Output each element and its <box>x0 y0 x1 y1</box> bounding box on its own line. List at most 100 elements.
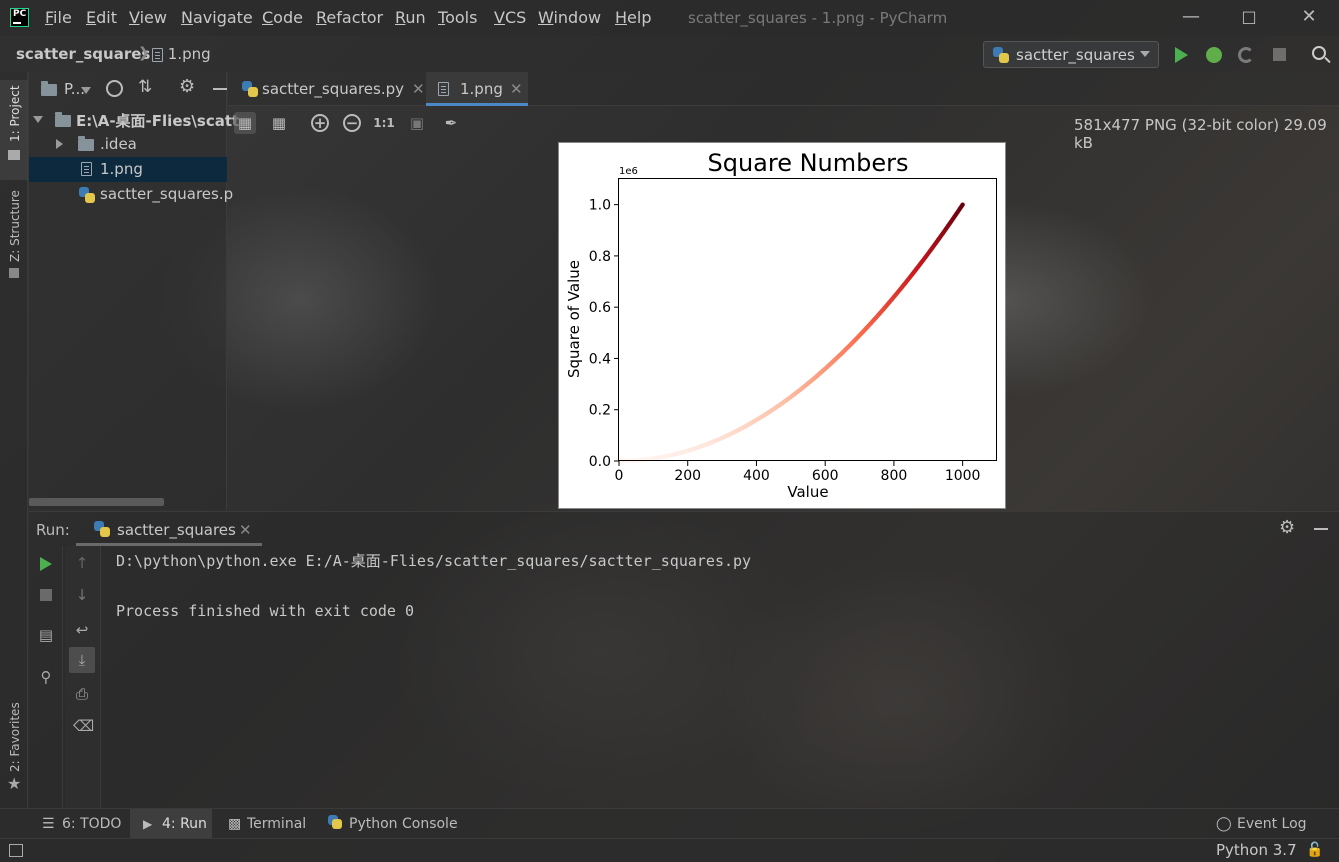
actual-size-button[interactable]: 1:1 <box>373 112 395 134</box>
image-info: 581x477 PNG (32-bit color) 29.09 kB <box>1074 116 1327 152</box>
rerun-icon[interactable] <box>40 557 52 571</box>
tool-event-log[interactable]: Event Log <box>1237 816 1307 832</box>
folder-icon <box>55 112 71 127</box>
close-tab-icon[interactable]: ✕ <box>412 80 425 98</box>
close-tab-icon[interactable]: ✕ <box>239 521 252 539</box>
grid-icon[interactable]: ▦ <box>268 112 290 134</box>
project-panel: P... ⇅ ⚙ E:\A-桌面-Flies\scatt .idea 1.png… <box>29 72 239 510</box>
locate-target-icon[interactable] <box>106 80 123 97</box>
zoom-in-icon[interactable]: + <box>311 114 329 132</box>
down-arrow-icon[interactable]: ↓ <box>73 586 91 604</box>
menu-bar: PC File Edit View Navigate Code Refactor… <box>0 0 1339 36</box>
tool-terminal[interactable]: Terminal <box>247 816 306 832</box>
minimize-icon[interactable]: — <box>1180 6 1202 28</box>
star-icon: ★ <box>7 774 22 793</box>
x-tick-label: 200 <box>674 468 701 484</box>
chessboard-background-icon[interactable]: ▦ <box>234 112 256 134</box>
breadcrumb-file-label: 1.png <box>167 45 211 63</box>
stop-icon[interactable] <box>40 589 52 601</box>
debug-icon[interactable] <box>1206 47 1222 63</box>
tree-item-root[interactable]: E:\A-桌面-Flies\scatt <box>29 107 239 132</box>
close-icon[interactable]: ✕ <box>1298 6 1320 28</box>
hide-panel-icon[interactable] <box>1314 528 1328 530</box>
expand-arrow-icon[interactable] <box>33 116 43 123</box>
tree-item-png[interactable]: 1.png <box>29 157 227 182</box>
tree-item-py[interactable]: sactter_squares.p <box>29 182 233 207</box>
trash-icon[interactable]: ⌫ <box>73 717 94 735</box>
collapse-all-icon[interactable]: ⇅ <box>138 77 152 97</box>
run-configuration-select[interactable]: sactter_squares <box>983 41 1159 68</box>
print-icon[interactable]: ⎙ <box>73 685 91 703</box>
zoom-out-icon[interactable]: − <box>343 114 361 132</box>
menu-navigate[interactable]: Navigate <box>181 8 253 27</box>
python-file-icon <box>79 187 95 203</box>
window-title: scatter_squares - 1.png - PyCharm <box>688 9 948 27</box>
tool-run[interactable]: 4: Run <box>162 816 207 832</box>
project-folder-icon <box>8 150 20 160</box>
run-panel: Run: sactter_squares ✕ ⚙ ▤ ⚲ ↑ ↓ ↩ ⤓ ⎙ ⌫… <box>29 511 1339 809</box>
horizontal-scrollbar[interactable] <box>29 498 164 506</box>
tool-tab-project[interactable]: 1: Project <box>8 85 22 142</box>
breadcrumb-project[interactable]: scatter_squares <box>16 45 150 63</box>
tree-item-label: .idea <box>100 135 137 153</box>
menu-tools[interactable]: Tools <box>438 8 477 27</box>
scatter-points <box>617 202 965 464</box>
image-viewer-toolbar: ▦ ▦ + − 1:1 ▣ ✒ <box>228 106 468 142</box>
menu-file[interactable]: File <box>45 8 72 27</box>
maximize-icon[interactable]: □ <box>1238 6 1260 28</box>
console-line: D:\python\python.exe E:/A-桌面-Flies/scatt… <box>116 552 752 570</box>
scatter-chart: Square Numbers 1e6 0 200 400 600 800 1000 0.0… <box>565 149 997 501</box>
python-interpreter[interactable]: Python 3.7 <box>1216 841 1297 859</box>
menu-code[interactable]: Code <box>262 8 303 27</box>
run-tab-label: sactter_squares <box>117 521 236 539</box>
hide-panel-icon[interactable] <box>213 88 227 90</box>
tool-tab-structure[interactable]: Z: Structure <box>8 190 22 262</box>
tab-sactter-squares-py[interactable]: sactter_squares.py ✕ <box>234 72 426 106</box>
scroll-to-end-icon[interactable]: ⤓ <box>69 647 95 673</box>
menu-vcs[interactable]: VCS <box>494 8 526 27</box>
pin-icon[interactable]: ⚲ <box>37 668 55 686</box>
menu-help[interactable]: Help <box>615 8 651 27</box>
expand-arrow-icon[interactable] <box>56 139 63 149</box>
color-picker-icon[interactable]: ✒ <box>440 112 462 134</box>
y-tick-label: 0.2 <box>589 403 611 419</box>
tree-item-label: E:\A-桌面-Flies\scatt <box>76 112 240 130</box>
tree-item-idea[interactable]: .idea <box>29 132 227 157</box>
tool-tab-favorites[interactable]: 2: Favorites <box>8 702 22 772</box>
run-toolbar-right: ↑ ↓ ↩ ⤓ ⎙ ⌫ <box>65 546 101 809</box>
layout-icon[interactable]: ▤ <box>37 626 55 644</box>
tool-todo[interactable]: 6: TODO <box>62 816 121 832</box>
menu-window[interactable]: Window <box>538 8 601 27</box>
search-icon[interactable] <box>1312 46 1326 60</box>
breadcrumb-file[interactable]: 1.png <box>152 45 211 63</box>
menu-run[interactable]: Run <box>395 8 426 27</box>
run-icon[interactable] <box>1175 47 1188 63</box>
tab-label: 1.png <box>460 80 503 98</box>
x-tick-label: 1000 <box>945 468 981 484</box>
fit-zoom-icon[interactable]: ▣ <box>406 112 428 134</box>
close-tab-icon[interactable]: ✕ <box>510 80 523 98</box>
menu-edit[interactable]: Edit <box>86 8 117 27</box>
chevron-down-icon <box>1140 51 1150 57</box>
gear-icon[interactable]: ⚙ <box>1279 517 1295 538</box>
gear-icon[interactable]: ⚙ <box>179 76 195 97</box>
image-file-icon <box>438 82 449 96</box>
tab-1-png[interactable]: 1.png ✕ <box>426 72 528 106</box>
coverage-icon[interactable] <box>1238 47 1254 63</box>
console-line: Process finished with exit code 0 <box>116 602 415 620</box>
toggle-tool-windows-icon[interactable] <box>9 844 23 857</box>
stop-icon[interactable] <box>1273 48 1286 61</box>
menu-refactor[interactable]: Refactor <box>316 8 383 27</box>
tool-python-console[interactable]: Python Console <box>349 816 458 832</box>
lock-icon[interactable]: 🔓 <box>1306 842 1323 858</box>
run-panel-title: Run: <box>36 521 70 539</box>
menu-view[interactable]: View <box>129 8 167 27</box>
up-arrow-icon[interactable]: ↑ <box>73 554 91 572</box>
run-tab-sactter-squares[interactable]: sactter_squares ✕ <box>76 512 262 546</box>
soft-wrap-icon[interactable]: ↩ <box>73 621 91 639</box>
y-axis-ticks: 0.0 0.2 0.4 0.6 0.8 1.0 <box>589 198 619 470</box>
folder-icon <box>41 81 57 96</box>
x-axis-label: Value <box>787 483 828 501</box>
y-tick-label: 1.0 <box>589 198 611 214</box>
folder-icon <box>78 136 94 151</box>
